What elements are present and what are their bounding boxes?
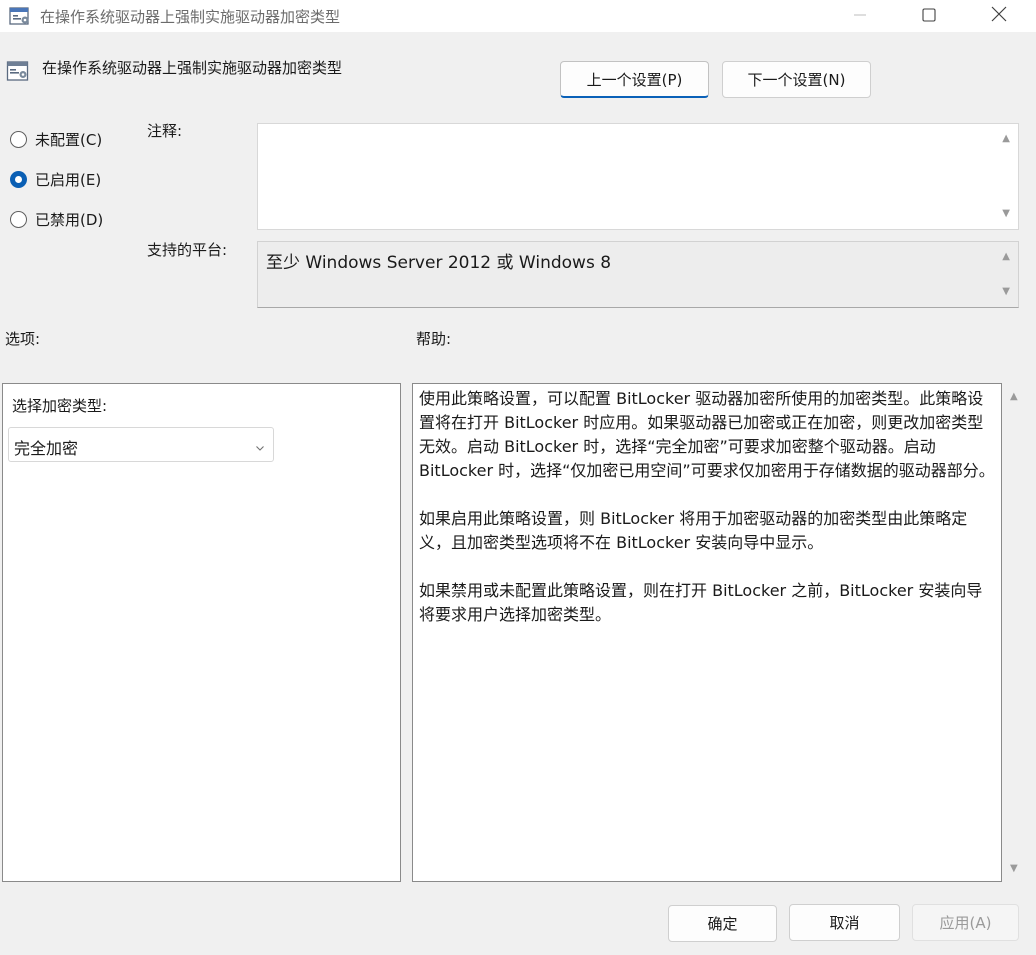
minimize-button[interactable]: [837, 0, 883, 32]
options-label: 选项:: [5, 330, 41, 348]
radio-label: 已启用(E): [35, 171, 102, 189]
close-button[interactable]: [976, 0, 1022, 32]
help-label: 帮助:: [416, 330, 452, 348]
radio-circle[interactable]: [10, 211, 27, 228]
radio-circle[interactable]: [10, 131, 27, 148]
previous-setting-button[interactable]: 上一个设置(P): [560, 61, 709, 98]
maximize-button[interactable]: [906, 0, 952, 32]
ok-button[interactable]: 确定: [668, 905, 777, 942]
encryption-type-value: 完全加密: [14, 439, 79, 458]
encryption-type-dropdown[interactable]: 完全加密: [8, 427, 274, 462]
supported-platform-field: 至少 Windows Server 2012 或 Windows 8 ▲ ▼: [257, 241, 1019, 308]
next-setting-button[interactable]: 下一个设置(N): [722, 61, 871, 98]
radio-label: 已禁用(D): [35, 211, 104, 229]
apply-button[interactable]: 应用(A): [912, 904, 1019, 941]
radio-enabled[interactable]: 已启用(E): [10, 169, 101, 190]
supported-platform-label: 支持的平台:: [147, 241, 228, 259]
help-text: 使用此策略设置，可以配置 BitLocker 驱动器加密所使用的加密类型。此策略…: [419, 389, 995, 624]
window-title: 在操作系统驱动器上强制实施驱动器加密类型: [40, 8, 341, 26]
scroll-up-arrow-icon[interactable]: ▲: [1010, 392, 1018, 402]
options-panel: 选择加密类型: 完全加密: [2, 383, 401, 882]
help-panel: 使用此策略设置，可以配置 BitLocker 驱动器加密所使用的加密类型。此策略…: [412, 383, 1002, 882]
title-bar[interactable]: 在操作系统驱动器上强制实施驱动器加密类型: [0, 0, 1036, 32]
supported-platform-value: 至少 Windows Server 2012 或 Windows 8: [266, 253, 612, 273]
minimize-icon: [853, 7, 867, 26]
scroll-down-arrow-icon[interactable]: ▼: [1002, 287, 1010, 297]
scroll-up-arrow-icon[interactable]: ▲: [1002, 134, 1010, 144]
encryption-type-label: 选择加密类型:: [12, 397, 108, 415]
maximize-icon: [922, 7, 936, 26]
policy-settings-icon: [8, 5, 32, 27]
radio-not-configured[interactable]: 未配置(C): [10, 129, 102, 150]
policy-settings-icon: [6, 60, 30, 82]
scroll-down-arrow-icon[interactable]: ▼: [1010, 864, 1018, 874]
close-icon: [991, 6, 1007, 26]
radio-circle-checked[interactable]: [10, 171, 27, 188]
policy-title: 在操作系统驱动器上强制实施驱动器加密类型: [42, 59, 343, 77]
scroll-down-arrow-icon[interactable]: ▼: [1002, 209, 1010, 219]
comment-label: 注释:: [147, 122, 183, 140]
scroll-up-arrow-icon[interactable]: ▲: [1002, 252, 1010, 262]
comment-textarea[interactable]: ▲ ▼: [257, 123, 1019, 230]
radio-label: 未配置(C): [35, 131, 103, 149]
chevron-down-icon: [255, 438, 265, 457]
cancel-button[interactable]: 取消: [789, 904, 900, 941]
radio-disabled[interactable]: 已禁用(D): [10, 209, 103, 230]
